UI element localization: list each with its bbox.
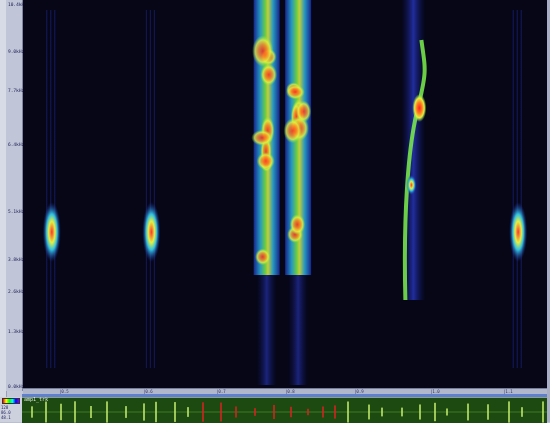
spectrogram-canvas[interactable] <box>23 0 547 388</box>
file-name-label: amp1_trk <box>24 397 49 403</box>
spectro-sweep-hotspot <box>412 94 427 122</box>
spectro-streak <box>149 10 152 368</box>
frequency-axis: 10.4kHz 9.0kHz 7.7kHz 6.4kHz 5.1kHz 3.8k… <box>6 0 27 391</box>
waveform-image <box>22 401 547 423</box>
freq-label: 5.1kHz <box>8 210 25 215</box>
color-palette-icon[interactable] <box>2 398 20 404</box>
spectro-burst-hotspot <box>256 152 275 170</box>
freq-label: 2.6kHz <box>8 290 25 295</box>
freq-label: 7.7kHz <box>8 89 25 94</box>
spectro-streak <box>516 10 519 368</box>
spectro-call-hotspot <box>42 202 61 262</box>
freq-label: 0.0kHz <box>8 385 25 390</box>
spectro-call-hotspot <box>509 202 528 262</box>
spectro-streak <box>145 10 148 368</box>
spectrogram-image <box>42 0 528 385</box>
spectro-streak <box>520 10 523 368</box>
spectro-streak <box>49 10 52 368</box>
spectro-burst-hotspot <box>260 63 278 86</box>
freq-label: 9.0kHz <box>8 50 25 55</box>
freq-label: 1.3kHz <box>8 330 25 335</box>
spectro-call-hotspot <box>142 202 161 262</box>
spectro-streak <box>153 10 156 368</box>
info-panel: 128 86.0 48.1 <box>0 397 23 422</box>
spectro-burst-hotspot <box>252 35 274 67</box>
spectro-burst-hotspot <box>251 129 273 146</box>
info-value: 48.1 <box>1 415 11 420</box>
spectro-streak <box>45 10 48 368</box>
spectro-sweep-hotspot <box>406 175 417 195</box>
spectrogram-window: 10.4kHz 9.0kHz 7.7kHz 6.4kHz 5.1kHz 3.8k… <box>0 0 550 423</box>
spectrogram-marks <box>42 0 528 385</box>
spectro-burst-tail <box>256 275 277 385</box>
spectro-streak <box>53 10 56 368</box>
spectro-burst-hotspot <box>289 214 306 235</box>
waveform-overview[interactable]: amp1_trk <box>22 397 547 423</box>
spectro-burst-hotspot <box>285 84 305 100</box>
freq-label: 3.8kHz <box>8 258 25 263</box>
spectro-burst-hotspot <box>255 248 271 266</box>
spectro-burst-hotspot <box>295 100 312 123</box>
spectro-streak <box>512 10 515 368</box>
spectro-burst-tail <box>288 275 309 385</box>
spectro-burst-hotspot <box>283 118 302 144</box>
freq-label: 6.4kHz <box>8 143 25 148</box>
